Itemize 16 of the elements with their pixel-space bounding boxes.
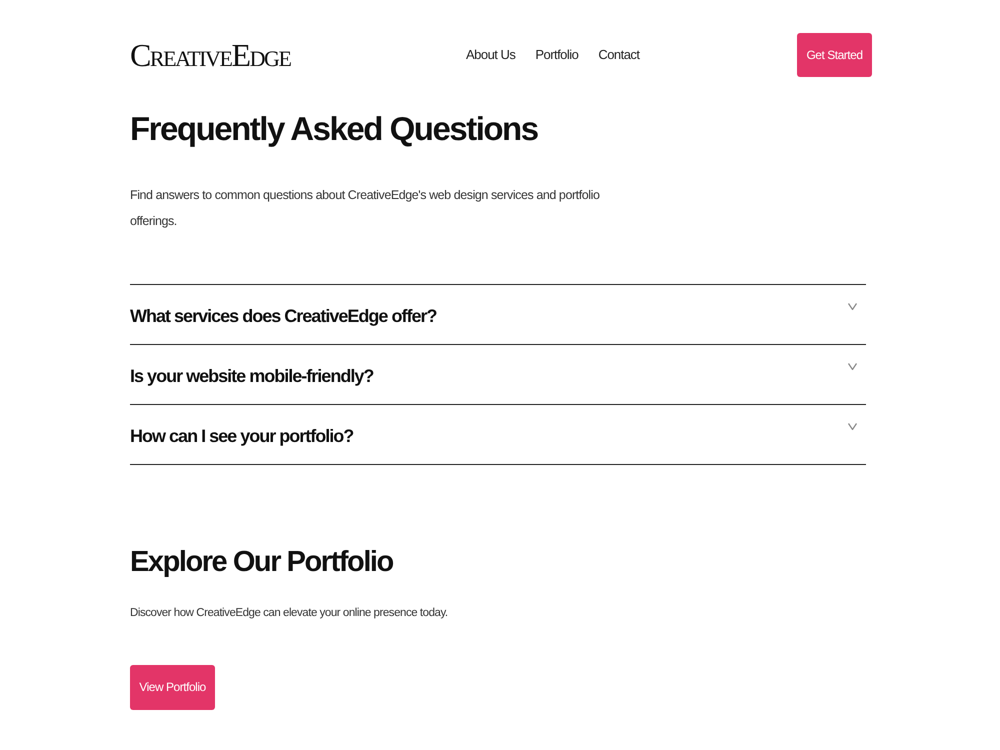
faq-question[interactable]: Is your website mobile-friendly?	[130, 362, 374, 390]
nav-link[interactable]: About Us	[466, 45, 516, 65]
portfolio-text: Discover how CreativeEdge can elevate your online presence today.	[130, 606, 449, 622]
faq-question[interactable]: What services does CreativeEdge offer?	[130, 302, 436, 330]
chevron-down-icon[interactable]	[848, 362, 857, 370]
nav-link[interactable]: Portfolio	[535, 45, 578, 65]
view-portfolio-button[interactable]: View Portfolio	[130, 664, 215, 710]
faq-intro-text: Find answers to common questions about CreativeEdge's web design services and portfolio offerings.	[130, 186, 600, 230]
logo[interactable]: CreativeEdge	[130, 39, 330, 71]
nav-link[interactable]: Contact	[598, 45, 640, 65]
chevron-down-icon[interactable]	[848, 302, 857, 310]
faq-question[interactable]: How can I see your portfolio?	[130, 422, 354, 450]
chevron-down-icon[interactable]	[848, 422, 857, 430]
portfolio-heading: Explore Our Portfolio	[130, 544, 394, 580]
get-started-button[interactable]: Get Started	[797, 33, 872, 77]
faq-heading: Frequently Asked Questions	[130, 109, 539, 149]
